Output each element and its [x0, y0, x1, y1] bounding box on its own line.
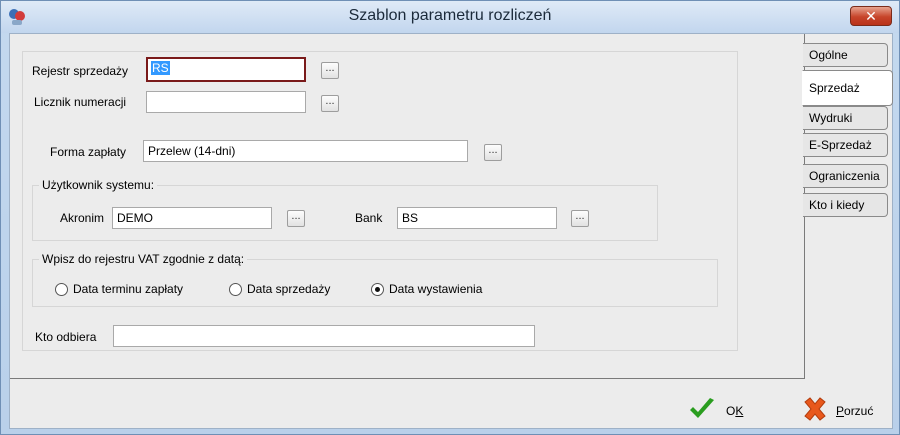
radio-circle[interactable] — [55, 282, 68, 296]
licznik-input[interactable] — [146, 91, 306, 113]
cancel-x-icon — [802, 396, 828, 425]
akronim-input[interactable]: DEMO — [112, 207, 272, 229]
bank-label: Bank — [355, 211, 383, 225]
tab-wydruki[interactable]: Wydruki — [803, 106, 888, 130]
forma-label: Forma zapłaty — [50, 145, 127, 159]
dialog-body: Rejestr sprzedaży RS ... Licznik numerac… — [9, 33, 893, 429]
radio-data-wystawienia-label: Data wystawienia — [389, 282, 483, 296]
title-bar[interactable]: Szablon parametru rozliczeń ✕ — [1, 1, 899, 33]
radio-data-terminu[interactable]: Data terminu zapłaty — [55, 282, 183, 296]
radio-data-sprzedazy[interactable]: Data sprzedaży — [229, 282, 330, 296]
tab-ogolne[interactable]: Ogólne — [803, 43, 888, 67]
kto-odbiera-input[interactable] — [113, 325, 535, 347]
tab-kto-i-kiedy[interactable]: Kto i kiedy — [803, 193, 888, 217]
bank-input[interactable]: BS — [397, 207, 557, 229]
licznik-select-button[interactable]: ... — [321, 95, 339, 112]
checkmark-icon — [688, 398, 716, 423]
akronim-select-button[interactable]: ... — [287, 210, 305, 227]
radio-data-wystawienia[interactable]: Data wystawienia — [371, 282, 482, 296]
ok-label: OK — [726, 403, 744, 418]
tab-page-sprzedaz: Rejestr sprzedaży RS ... Licznik numerac… — [10, 34, 805, 379]
radio-data-terminu-label: Data terminu zapłaty — [73, 282, 184, 296]
close-button[interactable]: ✕ — [850, 6, 892, 26]
tab-e-sprzedaz[interactable]: E-Sprzedaż — [803, 133, 888, 157]
uzytkownik-legend: Użytkownik systemu: — [39, 178, 158, 192]
tab-sprzedaz[interactable]: Sprzedaż — [802, 70, 893, 106]
dialog-window: Szablon parametru rozliczeń ✕ Rejestr sp… — [0, 0, 900, 435]
forma-select-button[interactable]: ... — [484, 144, 502, 161]
licznik-label: Licznik numeracji — [34, 95, 127, 109]
radio-data-sprzedazy-label: Data sprzedaży — [247, 282, 331, 296]
akronim-label: Akronim — [60, 211, 105, 225]
radio-circle-selected[interactable] — [371, 282, 384, 296]
ok-button[interactable]: OK — [688, 398, 743, 423]
cancel-label: Porzuć — [836, 403, 874, 418]
window-title: Szablon parametru rozliczeń — [348, 7, 552, 24]
rejestr-select-button[interactable]: ... — [321, 62, 339, 79]
kto-odbiera-label: Kto odbiera — [35, 330, 97, 344]
forma-input[interactable]: Przelew (14-dni) — [143, 140, 468, 162]
vat-date-legend: Wpisz do rejestru VAT zgodnie z datą: — [39, 252, 248, 266]
rejestr-label: Rejestr sprzedaży — [32, 64, 129, 78]
bank-select-button[interactable]: ... — [571, 210, 589, 227]
radio-circle[interactable] — [229, 282, 242, 296]
cancel-button[interactable]: Porzuć — [802, 396, 873, 425]
rejestr-input[interactable]: RS — [146, 57, 306, 82]
tab-ograniczenia[interactable]: Ograniczenia — [803, 164, 888, 188]
